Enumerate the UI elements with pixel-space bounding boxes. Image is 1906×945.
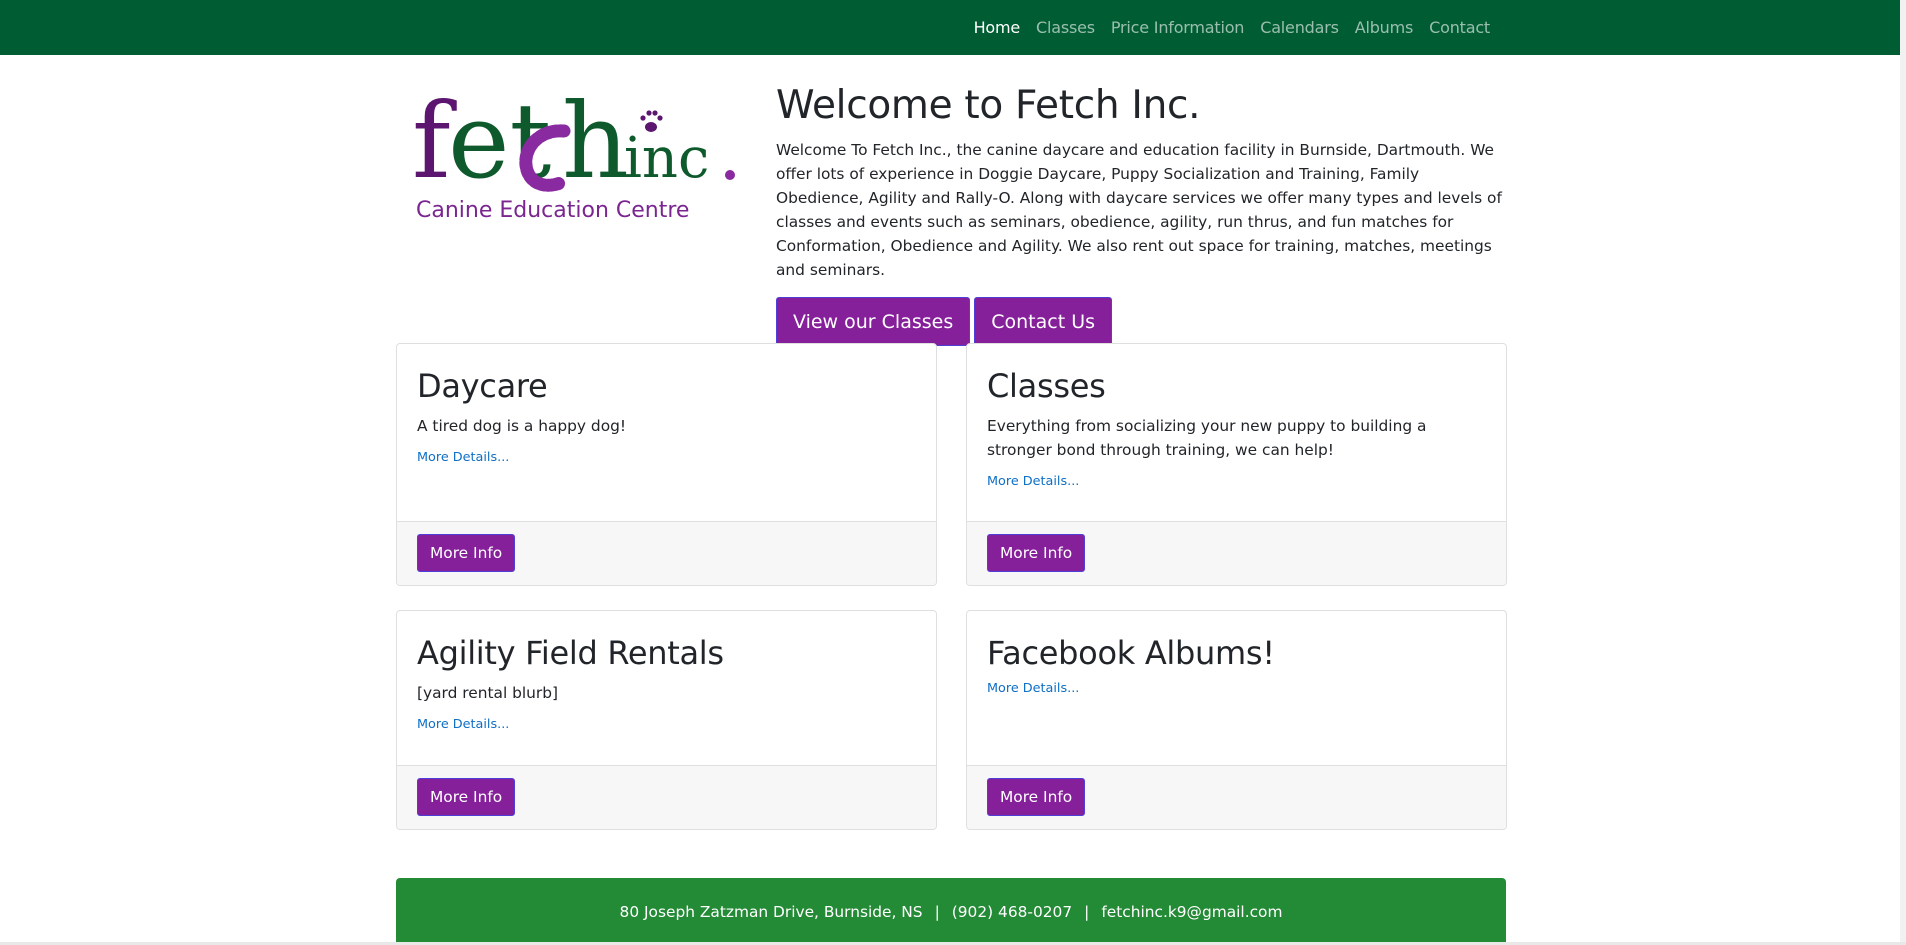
card-agility-field-rentals: Agility Field Rentals [yard rental blurb…: [396, 610, 937, 830]
more-info-button[interactable]: More Info: [417, 534, 516, 572]
card-facebook-albums: Facebook Albums! More Details... More In…: [966, 610, 1507, 830]
more-info-button[interactable]: More Info: [417, 778, 516, 816]
top-navbar: Home Classes Price Information Calendars…: [0, 0, 1906, 55]
svg-text:inc: inc: [624, 126, 709, 191]
contact-us-button[interactable]: Contact Us: [974, 297, 1113, 346]
card-footer: More Info: [397, 521, 936, 585]
hero-buttons: View our Classes Contact Us: [776, 297, 1506, 346]
svg-text:Canine Education Centre: Canine Education Centre: [416, 198, 689, 223]
site-footer: 80 Joseph Zatzman Drive, Burnside, NS | …: [396, 878, 1506, 945]
page-title: Welcome to Fetch Inc.: [776, 83, 1201, 128]
footer-separator: |: [1084, 902, 1090, 921]
card-title: Agility Field Rentals: [417, 634, 724, 672]
more-details-link[interactable]: More Details...: [417, 450, 509, 465]
card-daycare: Daycare A tired dog is a happy dog! More…: [396, 343, 937, 586]
hero-content: Welcome to Fetch Inc. Welcome To Fetch I…: [776, 80, 1506, 346]
card-title: Classes: [987, 367, 1106, 405]
nav-item-calendars[interactable]: Calendars: [1252, 18, 1346, 37]
nav-item-classes[interactable]: Classes: [1028, 18, 1103, 37]
card-footer: More Info: [397, 765, 936, 829]
intro-paragraph: Welcome To Fetch Inc., the canine daycar…: [776, 141, 1502, 279]
card-title: Facebook Albums!: [987, 634, 1275, 672]
svg-text:h: h: [562, 85, 629, 202]
card-text: A tired dog is a happy dog!: [417, 417, 627, 435]
more-details-link[interactable]: More Details...: [417, 717, 509, 732]
nav-item-contact[interactable]: Contact: [1421, 18, 1498, 37]
more-details-link[interactable]: More Details...: [987, 681, 1079, 696]
footer-address: 80 Joseph Zatzman Drive, Burnside, NS: [619, 902, 923, 921]
vertical-scrollbar[interactable]: [1900, 0, 1906, 945]
nav-menu: Home Classes Price Information Calendars…: [966, 0, 1498, 55]
view-classes-button[interactable]: View our Classes: [776, 297, 971, 346]
more-info-button[interactable]: More Info: [987, 778, 1086, 816]
more-details-link[interactable]: More Details...: [987, 474, 1079, 489]
footer-separator: |: [934, 902, 940, 921]
hero-section: f et h inc Canine Education Centre Welco…: [396, 55, 1506, 346]
footer-phone: (902) 468-0207: [951, 902, 1073, 921]
nav-item-home[interactable]: Home: [966, 18, 1028, 37]
card-footer: More Info: [967, 765, 1506, 829]
card-title: Daycare: [417, 367, 548, 405]
card-classes: Classes Everything from socializing your…: [966, 343, 1507, 586]
more-info-button[interactable]: More Info: [987, 534, 1086, 572]
card-text: [yard rental blurb]: [417, 684, 559, 702]
card-text: Everything from socializing your new pup…: [987, 417, 1427, 459]
nav-item-price-information[interactable]: Price Information: [1103, 18, 1252, 37]
card-footer: More Info: [967, 521, 1506, 585]
nav-item-albums[interactable]: Albums: [1347, 18, 1421, 37]
fetch-inc-logo: f et h inc Canine Education Centre: [412, 85, 735, 223]
footer-email[interactable]: fetchinc.k9@gmail.com: [1101, 903, 1282, 921]
